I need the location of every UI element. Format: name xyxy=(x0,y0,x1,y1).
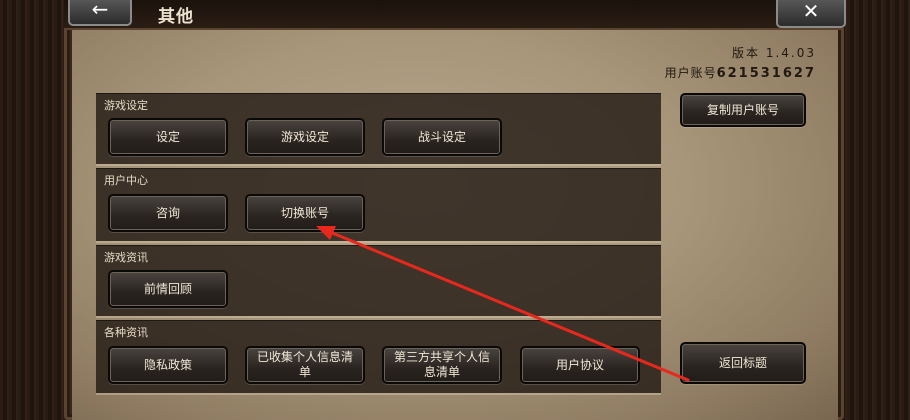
arrow-line xyxy=(328,230,690,382)
arrow-head xyxy=(316,226,336,240)
annotation-arrow-icon xyxy=(316,226,690,382)
